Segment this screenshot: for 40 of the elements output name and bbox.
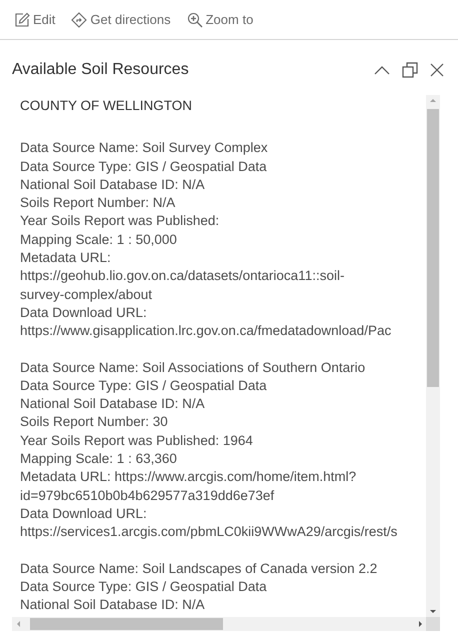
record-line: https://geohub.lio.gov.on.ca/datasets/ontarioca11::soil- <box>20 267 344 286</box>
record-line: Data Source Name: Soil Associations of Southern Ontario <box>20 358 366 377</box>
record-line: Soils Report Number: N/A <box>20 194 176 212</box>
zoom-in-icon <box>186 12 203 28</box>
pencil-icon <box>14 12 30 28</box>
scrollbar-thumb[interactable] <box>427 109 439 387</box>
record-line: survey-complex/about <box>20 286 152 304</box>
scrollbar-corner <box>426 617 440 631</box>
toolbar-button[interactable]: Zoom to <box>186 10 254 30</box>
record-line: Mapping Scale: 1 : 63,360 <box>20 450 177 468</box>
collapse-icon[interactable] <box>374 64 390 74</box>
close-icon[interactable] <box>430 62 444 76</box>
record-line: Data Source Name: Soil Survey Complex <box>20 139 268 158</box>
record-line: Year Soils Report was Published: <box>20 212 220 230</box>
record-line: Metadata URL: <box>20 249 111 268</box>
record-line: Data Download URL: <box>20 504 147 523</box>
record-line: Data Download URL: <box>20 304 147 322</box>
dock-icon[interactable] <box>402 62 418 78</box>
record-line: National Soil Database ID: N/A <box>20 395 205 414</box>
scrollbar-thumb[interactable] <box>30 618 223 630</box>
toolbar-button[interactable]: Edit <box>14 10 56 30</box>
county-heading: COUNTY OF WELLINGTON <box>20 97 192 115</box>
record-line: https://www.gisapplication.lrc.gov.on.ca/fmedatadownload/Pac <box>20 322 392 340</box>
record-line: id=979bc6510b0b4b629577a319dd6e73ef <box>20 486 274 505</box>
record-line: Data Source Type: GIS / Geospatial Data <box>20 578 267 596</box>
horizontal-scrollbar[interactable] <box>12 617 426 631</box>
record-line: Mapping Scale: 1 : 50,000 <box>20 230 177 249</box>
record-line: Data Source Type: GIS / Geospatial Data <box>20 158 267 176</box>
record-line: Year Soils Report was Published: 1964 <box>20 432 253 450</box>
record-line: Data Source Name: Soil Landscapes of Canada version 2.2 <box>20 560 378 578</box>
directions-icon <box>71 12 88 28</box>
record-line: National Soil Database ID: N/A <box>20 596 205 614</box>
record-line: https://services1.arcgis.com/pbmLC0kii9WWwA29/arcgis/rest/s <box>20 523 398 542</box>
record-line: Data Source Type: GIS / Geospatial Data <box>20 376 267 395</box>
record-line: Soils Report Number: 30 <box>20 413 168 432</box>
panel-title: Available Soil Resources <box>12 60 189 80</box>
record-line: National Soil Database ID: N/A <box>20 176 205 194</box>
toolbar-button[interactable]: Get directions <box>71 10 171 30</box>
vertical-scrollbar[interactable] <box>426 95 440 617</box>
record-line: Metadata URL: https://www.arcgis.com/home/item.html? <box>20 468 356 486</box>
